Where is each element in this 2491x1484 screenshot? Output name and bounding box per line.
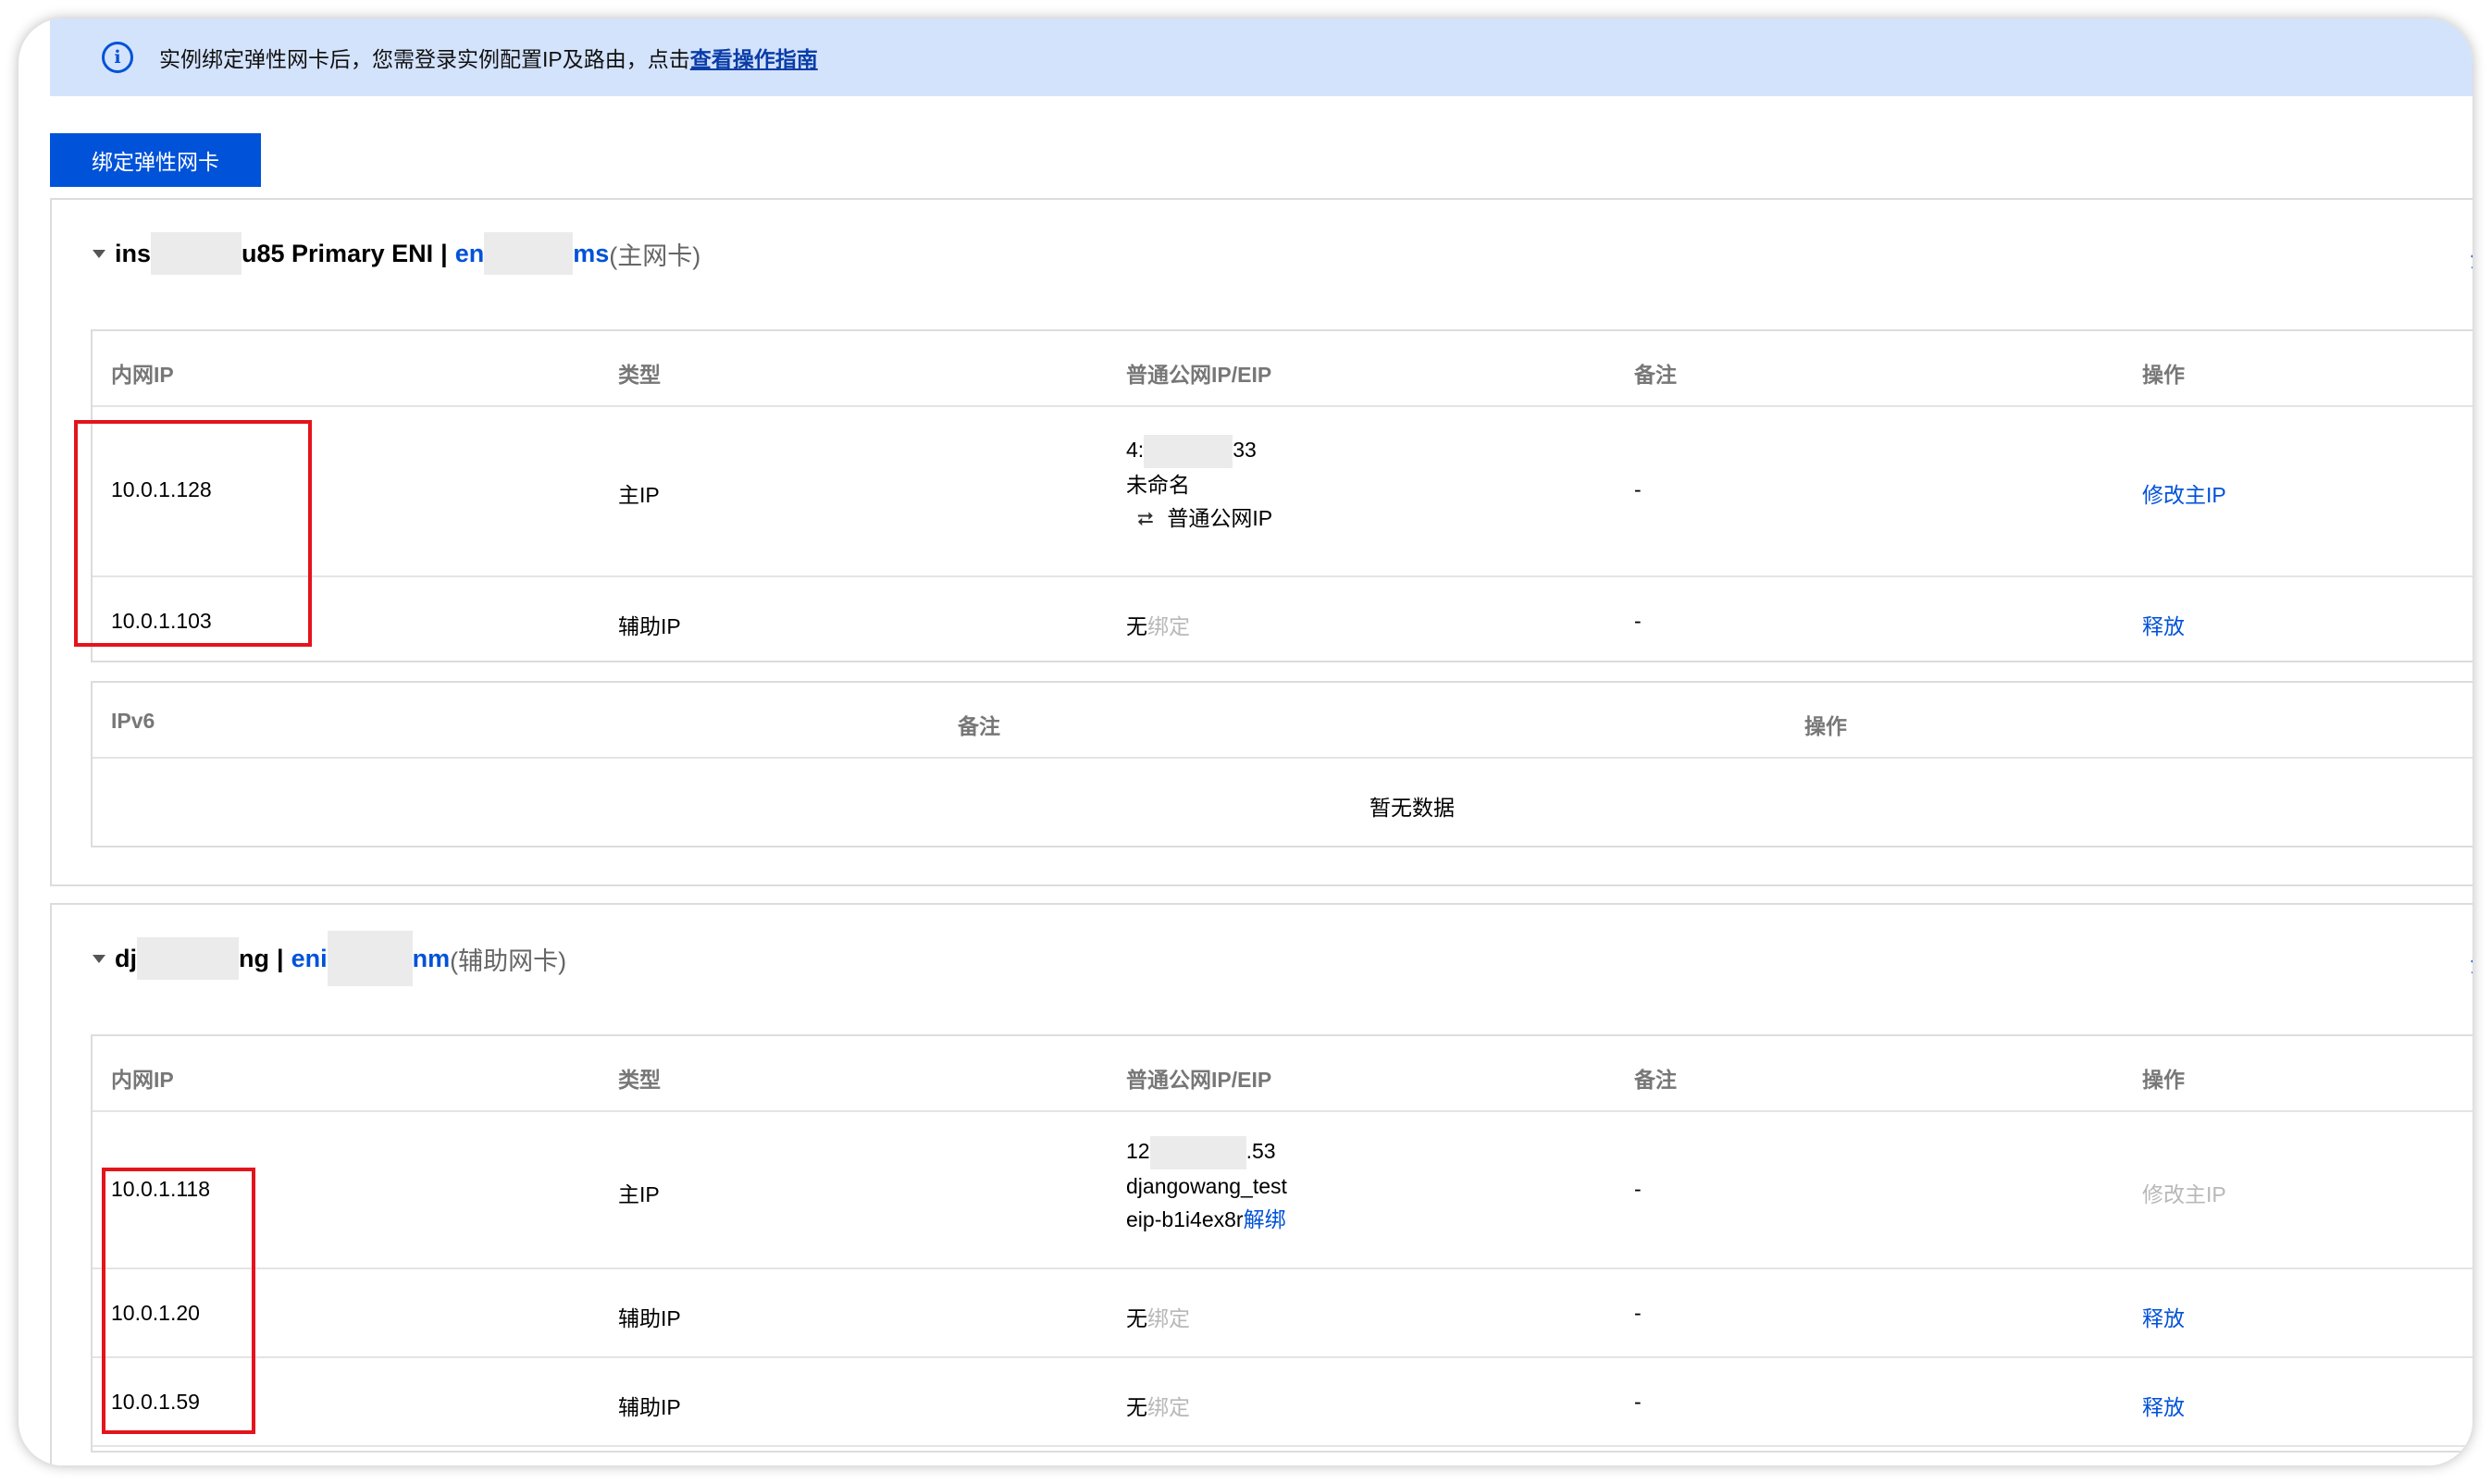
col-ipv6-remark: 备注 [958,714,1000,738]
highlight-box [74,420,312,647]
none-label: 无 [1126,614,1147,638]
public-ip-none: 无绑定 [1126,609,1190,640]
table-header-row: 内网IP 类型 普通公网IP/EIP 备注 操作 [93,331,2472,407]
unbound-label: 绑定 [1147,614,1190,638]
release-ip-link[interactable]: 释放 [2142,1390,2185,1421]
table-row: 10.0.1.118 主IP 12.53 djangowang_test eip… [93,1110,2472,1269]
eni-id-suffix[interactable]: nm [413,945,451,973]
eni-card-secondary: dj ng | eni nm (辅助网卡) 分 内网IP 类型 普通公网IP/E… [50,903,2472,1465]
col-type: 类型 [618,363,661,387]
card-edge-link[interactable]: 分 [2470,946,2472,979]
unbind-eip-link[interactable]: 解绑 [1244,1207,1286,1231]
col-private-ip: 内网IP [111,1068,174,1092]
col-remark: 备注 [1634,363,1677,387]
unbound-label: 绑定 [1147,1395,1190,1419]
ip-type-value: 辅助IP [618,1395,681,1419]
none-label: 无 [1126,1306,1147,1330]
public-ip-cell: 4: 33 未命名 ⮂ 普通公网IP [1126,433,1272,536]
ip-type-value: 主IP [618,483,660,507]
table-row: 10.0.1.103 辅助IP 无绑定 - 释放 [93,575,2472,661]
ipv6-table: IPv6 备注 操作 暂无数据 [91,681,2472,847]
eni-id-prefix[interactable]: en [455,240,485,268]
col-ipv6-action: 操作 [1804,714,1847,738]
eip-id: eip-b1i4ex8r [1126,1206,1244,1231]
instance-name-prefix: dj [115,944,137,972]
eni-card-header[interactable]: ins u85 Primary ENI | en ms (主网卡) [93,231,700,276]
ip-table: 内网IP 类型 普通公网IP/EIP 备注 操作 10.0.1.128 主IP … [91,329,2472,662]
public-ip-prefix: 12 [1126,1139,1150,1163]
public-ip-none: 无绑定 [1126,1301,1190,1332]
ipv6-header-row: IPv6 备注 操作 [93,683,2472,759]
instance-name-prefix: ins [115,239,152,267]
public-ip-cell: 12 .53 djangowang_test eip-b1i4ex8r解绑 [1126,1134,1287,1236]
table-row: 10.0.1.20 辅助IP 无绑定 - 释放 [93,1268,2472,1358]
ip-table: 内网IP 类型 普通公网IP/EIP 备注 操作 10.0.1.118 主IP … [91,1034,2472,1453]
masked-region [151,232,242,275]
col-public-ip: 普通公网IP/EIP [1126,363,1272,387]
table-row: 10.0.1.59 辅助IP 无绑定 - 释放 [93,1356,2472,1447]
eni-role-label: (辅助网卡) [450,946,567,975]
eip-name: djangowang_test [1126,1173,1287,1198]
col-action: 操作 [2142,1068,2185,1092]
col-ipv6: IPv6 [111,709,155,733]
exchange-icon: ⮂ [1137,506,1154,530]
col-remark: 备注 [1634,1068,1677,1092]
col-private-ip: 内网IP [111,363,174,387]
public-ip-kind: 普通公网IP [1167,505,1273,530]
public-ip-prefix: 4: [1126,438,1145,462]
bind-eni-button[interactable]: 绑定弹性网卡 [50,133,261,187]
public-ip-name: 未命名 [1126,472,1190,497]
col-type: 类型 [618,1068,661,1092]
header-separator: | [440,239,448,267]
remark-value: - [1634,1177,1642,1201]
col-public-ip: 普通公网IP/EIP [1126,1068,1272,1092]
eni-card-header[interactable]: dj ng | eni nm (辅助网卡) [93,931,567,986]
masked-region [1149,1135,1246,1169]
eni-card-primary: ins u85 Primary ENI | en ms (主网卡) 分 内网IP… [50,198,2472,886]
masked-region [484,232,574,275]
ip-type-value: 辅助IP [618,614,681,638]
modify-primary-ip-link-disabled: 修改主IP [2142,1182,2226,1206]
masked-region [327,931,413,986]
caret-down-icon[interactable] [93,954,105,963]
notice-text: 实例绑定弹性网卡后，您需登录实例配置IP及路由，点击 [159,47,690,71]
eni-id-prefix[interactable]: eni [291,945,328,973]
release-ip-link[interactable]: 释放 [2142,1301,2185,1332]
masked-region [1144,434,1233,468]
ip-type-value: 主IP [618,1182,660,1206]
console-window: i 实例绑定弹性网卡后，您需登录实例配置IP及路由，点击 查看操作指南 绑定弹性… [19,19,2472,1465]
masked-region [137,937,239,980]
info-circle-icon: i [102,42,133,73]
none-label: 无 [1126,1395,1147,1419]
table-header-row: 内网IP 类型 普通公网IP/EIP 备注 操作 [93,1036,2472,1112]
release-ip-link[interactable]: 释放 [2142,609,2185,640]
ipv6-empty-row: 暂无数据 [93,757,2472,846]
remark-value: - [1634,609,1642,633]
public-ip-suffix: .53 [1246,1139,1276,1163]
remark-value: - [1634,1301,1642,1325]
instance-name-suffix: ng [239,944,269,972]
remark-value: - [1634,1390,1642,1414]
header-separator: | [277,944,284,972]
remark-value: - [1634,477,1642,501]
ip-type-value: 辅助IP [618,1306,681,1330]
public-ip-none: 无绑定 [1126,1390,1190,1421]
highlight-box [102,1168,255,1434]
table-row: 10.0.1.128 主IP 4: 33 未命名 ⮂ 普通公网IP - 修改主IP [93,405,2472,577]
eni-id-suffix[interactable]: ms [573,240,609,268]
caret-down-icon[interactable] [93,249,105,258]
public-ip-suffix: 33 [1233,438,1257,462]
instance-name-suffix: u85 Primary ENI [242,239,434,267]
operation-guide-link[interactable]: 查看操作指南 [690,42,818,73]
info-notice-bar: i 实例绑定弹性网卡后，您需登录实例配置IP及路由，点击 查看操作指南 [50,19,2472,96]
eni-role-label: (主网卡) [609,241,701,270]
empty-data-text: 暂无数据 [1369,796,1455,820]
col-action: 操作 [2142,363,2185,387]
modify-primary-ip-link[interactable]: 修改主IP [2142,477,2226,509]
card-edge-link[interactable]: 分 [2470,241,2472,274]
unbound-label: 绑定 [1147,1306,1190,1330]
